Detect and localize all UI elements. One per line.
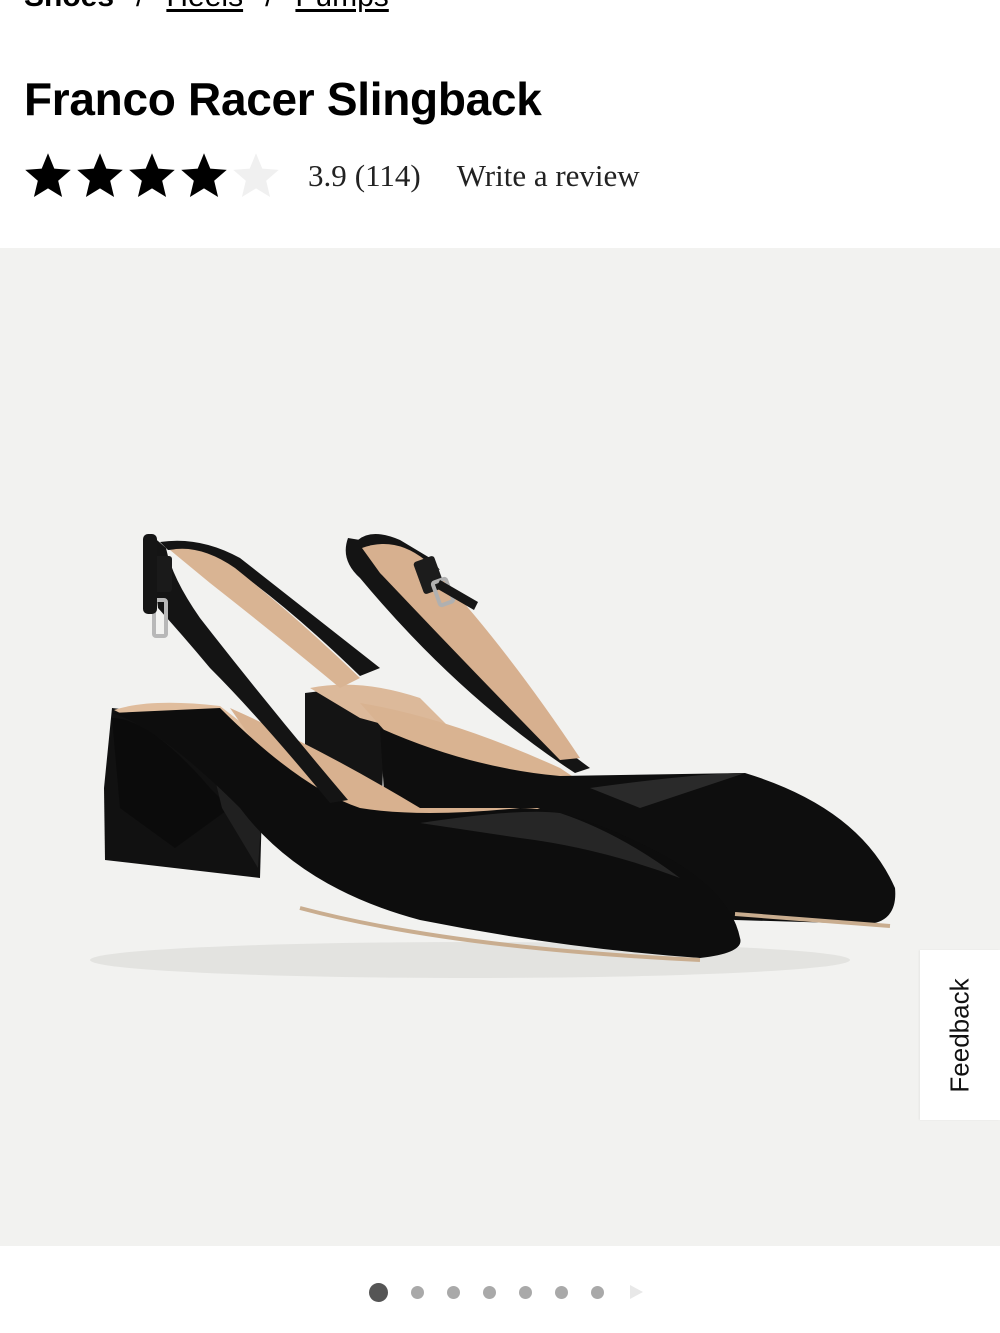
product-image	[90, 534, 896, 978]
write-review-link[interactable]: Write a review	[457, 158, 640, 194]
product-image-gallery[interactable]	[0, 248, 1000, 1246]
gallery-pagination	[0, 1280, 1000, 1304]
breadcrumb: Shoes / Heels / Pumps	[24, 0, 389, 14]
rating-summary: 3.9 (114) Write a review	[22, 148, 640, 204]
rating-average: 3.9	[308, 158, 347, 193]
next-arrow-icon[interactable]	[629, 1285, 643, 1299]
breadcrumb-separator: /	[136, 0, 144, 14]
pagination-dot[interactable]	[519, 1285, 532, 1299]
pagination-dot[interactable]	[411, 1285, 424, 1299]
rating-count[interactable]: (114)	[355, 158, 421, 194]
pagination-dot[interactable]	[447, 1285, 460, 1299]
breadcrumb-heels-link[interactable]: Heels	[166, 0, 243, 14]
breadcrumb-pumps-link[interactable]: Pumps	[295, 0, 388, 14]
star-filled-icon	[25, 153, 71, 198]
pagination-dot[interactable]	[483, 1285, 496, 1299]
star-rating[interactable]	[22, 150, 282, 202]
breadcrumb-separator: /	[265, 0, 273, 14]
star-filled-icon	[77, 153, 123, 198]
pagination-dot[interactable]	[555, 1285, 568, 1299]
star-empty-icon	[233, 153, 279, 198]
feedback-label: Feedback	[944, 977, 975, 1093]
product-title: Franco Racer Slingback	[24, 73, 542, 125]
star-filled-icon	[181, 153, 227, 198]
breadcrumb-shoes[interactable]: Shoes	[24, 0, 114, 14]
feedback-tab[interactable]: Feedback	[920, 950, 1000, 1120]
pagination-dot[interactable]	[591, 1285, 604, 1299]
pagination-dot-active[interactable]	[369, 1282, 388, 1302]
star-filled-icon	[129, 153, 175, 198]
